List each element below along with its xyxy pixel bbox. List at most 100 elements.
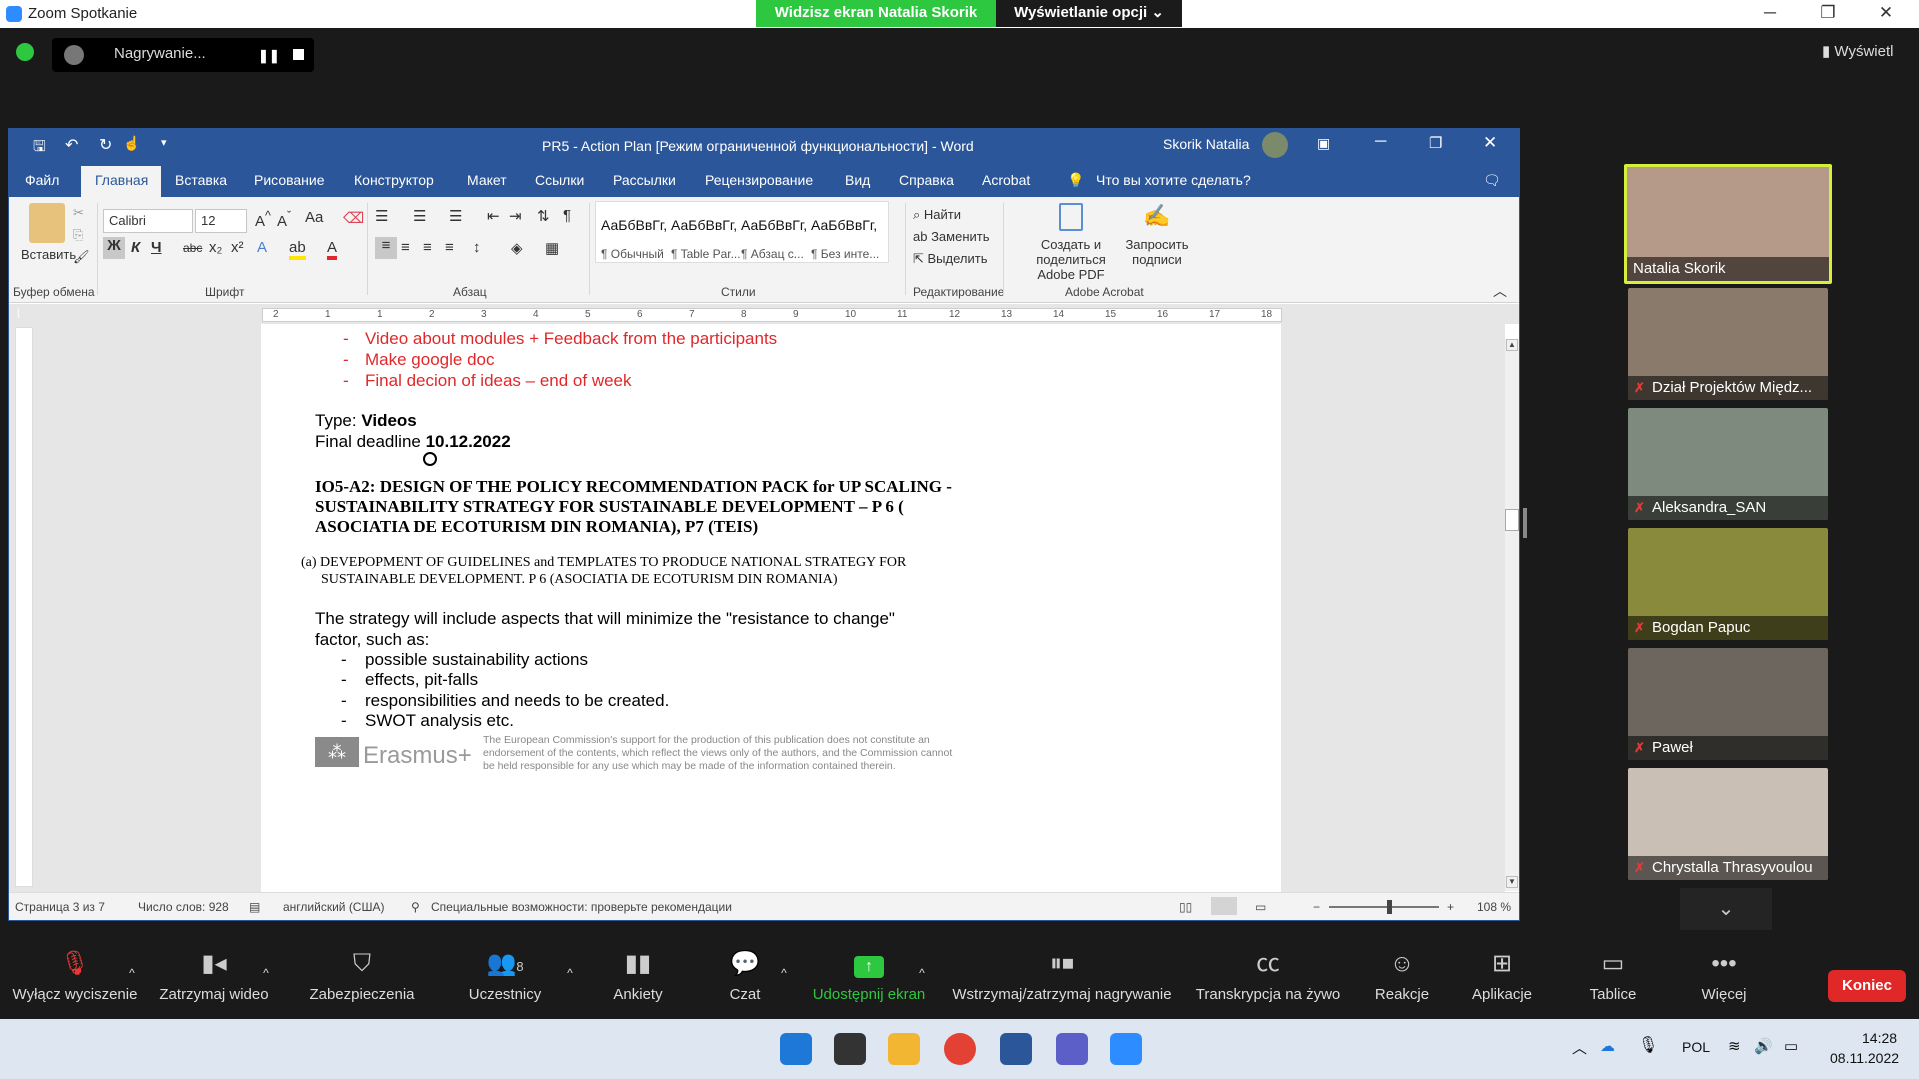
participant-tile[interactable]: ✗ Dział Projektów Międz...: [1628, 288, 1828, 400]
find-button[interactable]: ⌕ Найти: [913, 207, 961, 223]
page-count[interactable]: Страница 3 из 7: [15, 900, 105, 914]
participant-tile[interactable]: Natalia Skorik: [1624, 164, 1832, 284]
font-size-box[interactable]: 12: [195, 209, 247, 233]
style-table-par[interactable]: ¶ Table Par...: [671, 247, 741, 261]
onedrive-icon[interactable]: ☁: [1600, 1037, 1615, 1055]
tab-acrobat[interactable]: Acrobat: [982, 172, 1030, 188]
web-layout-icon[interactable]: ▭: [1255, 900, 1266, 914]
shrink-font-icon[interactable]: Aˇ: [277, 209, 291, 230]
more-button[interactable]: ••• Więcej: [1686, 946, 1762, 1003]
minimize-icon[interactable]: ─: [1750, 3, 1790, 23]
collapse-ribbon-icon[interactable]: ︿: [1493, 281, 1507, 301]
align-left-icon[interactable]: ≡: [375, 237, 397, 259]
minimize-icon[interactable]: ─: [1375, 133, 1386, 151]
tab-view[interactable]: Вид: [845, 172, 870, 188]
input-language[interactable]: POL: [1682, 1039, 1710, 1055]
chevron-up-icon[interactable]: ^: [256, 966, 276, 980]
style-normal[interactable]: ¶ Обычный: [601, 247, 664, 261]
redo-icon[interactable]: ↻: [99, 135, 112, 155]
participant-tile[interactable]: ✗ Paweł: [1628, 648, 1828, 760]
paste-icon[interactable]: [29, 203, 65, 243]
chat-button[interactable]: 💬 Czat: [710, 946, 780, 1003]
replace-button[interactable]: ab Заменить: [913, 229, 990, 244]
file-explorer-icon[interactable]: [888, 1033, 920, 1065]
vertical-scrollbar[interactable]: ▲ ▼: [1505, 339, 1519, 891]
chevron-up-icon[interactable]: ^: [912, 966, 932, 980]
style-list-paragraph[interactable]: ¶ Абзац с...: [741, 247, 804, 261]
reactions-button[interactable]: ☺ Reakcje: [1364, 946, 1440, 1003]
line-spacing-icon[interactable]: ↕: [473, 239, 481, 256]
print-layout-icon[interactable]: [1211, 897, 1237, 915]
superscript-icon[interactable]: x²: [231, 239, 244, 256]
participants-button[interactable]: 👥8 Uczestnicy: [460, 946, 550, 1003]
chevron-up-icon[interactable]: ^: [774, 966, 794, 980]
shading-icon[interactable]: ◈: [511, 239, 523, 257]
decrease-indent-icon[interactable]: ⇤: [487, 207, 500, 225]
undo-icon[interactable]: ↶: [65, 135, 78, 155]
tab-home[interactable]: Главная: [95, 172, 148, 188]
word-count[interactable]: Число слов: 928: [138, 900, 229, 914]
tab-references[interactable]: Ссылки: [535, 172, 584, 188]
touch-mode-icon[interactable]: ☝: [123, 135, 140, 152]
tab-selector-icon[interactable]: ⌊: [17, 308, 21, 319]
strikethrough-icon[interactable]: abc: [183, 241, 202, 255]
sort-icon[interactable]: ⇅: [537, 207, 550, 225]
tab-review[interactable]: Рецензирование: [705, 172, 813, 188]
bold-icon[interactable]: Ж: [103, 237, 125, 259]
align-right-icon[interactable]: ≡: [423, 239, 432, 256]
select-button[interactable]: ⇱ Выделить: [913, 251, 988, 267]
live-transcript-button[interactable]: ㏄ Transkrypcja na żywo: [1192, 946, 1344, 1003]
borders-icon[interactable]: ▦: [545, 239, 559, 257]
view-button[interactable]: ▮ Wyświetl: [1822, 42, 1893, 60]
whiteboards-button[interactable]: ▭ Tablice: [1574, 946, 1652, 1003]
clock-time[interactable]: 14:28: [1862, 1030, 1897, 1046]
restore-icon[interactable]: ❐: [1429, 134, 1442, 152]
increase-indent-icon[interactable]: ⇥: [509, 207, 522, 225]
close-icon[interactable]: ✕: [1483, 133, 1497, 153]
format-painter-icon[interactable]: 🖌: [73, 249, 90, 265]
tab-mailings[interactable]: Рассылки: [613, 172, 676, 188]
stop-icon[interactable]: [293, 49, 304, 60]
language-status[interactable]: английский (США): [283, 900, 384, 914]
chevron-up-icon[interactable]: ^: [122, 966, 142, 980]
bullets-icon[interactable]: ☰: [375, 207, 388, 225]
font-name-box[interactable]: Calibri: [103, 209, 193, 233]
battery-icon[interactable]: ▭: [1784, 1037, 1798, 1055]
scroll-thumb[interactable]: [1505, 509, 1519, 531]
tab-draw[interactable]: Рисование: [254, 172, 325, 188]
zoom-app-icon[interactable]: [1110, 1033, 1142, 1065]
chrome-icon[interactable]: [944, 1033, 976, 1065]
copy-icon[interactable]: ⎘: [73, 227, 83, 243]
font-color-icon[interactable]: A: [327, 239, 338, 260]
align-center-icon[interactable]: ≡: [401, 239, 410, 256]
cut-icon[interactable]: ✂: [73, 205, 84, 221]
italic-icon[interactable]: К: [131, 239, 140, 256]
splitter-handle[interactable]: [1523, 508, 1527, 538]
proofing-icon[interactable]: ▤: [249, 900, 260, 914]
restore-icon[interactable]: ❐: [1808, 3, 1848, 23]
participant-tile[interactable]: ✗ Chrystalla Thrasyvoulou: [1628, 768, 1828, 880]
polls-button[interactable]: ▮▮ Ankiety: [600, 946, 676, 1003]
end-meeting-button[interactable]: Koniec: [1828, 970, 1906, 1002]
tab-insert[interactable]: Вставка: [175, 172, 227, 188]
request-signature-button[interactable]: Запросить подписи: [1125, 237, 1189, 267]
style-sample[interactable]: АаБбВвГг,: [741, 217, 807, 233]
highlight-icon[interactable]: ab: [289, 239, 306, 260]
subscript-icon[interactable]: x₂: [209, 239, 222, 256]
clear-format-icon[interactable]: ⌫: [343, 209, 364, 227]
change-case-icon[interactable]: Aa: [305, 209, 323, 226]
view-options-button[interactable]: Wyświetlanie opcji ⌄: [996, 0, 1182, 27]
zoom-slider-thumb[interactable]: [1387, 900, 1392, 914]
style-sample[interactable]: АаБбВвГг,: [601, 217, 667, 233]
unmute-button[interactable]: 🎙 Wyłącz wyciszenie: [10, 946, 140, 1003]
chevron-up-icon[interactable]: ^: [560, 966, 580, 980]
teams-icon[interactable]: [1056, 1033, 1088, 1065]
show-marks-icon[interactable]: ¶: [563, 207, 571, 224]
ruler-scale[interactable]: 2 1 1 2 3 4 5 6 7 8 9 10 11 12 13 14 15 16 17 18: [262, 308, 1282, 322]
scroll-up-icon[interactable]: ▲: [1506, 339, 1518, 351]
grow-font-icon[interactable]: A^: [255, 209, 271, 230]
style-no-spacing[interactable]: ¶ Без инте...: [811, 247, 879, 261]
zoom-slider[interactable]: [1329, 906, 1439, 908]
qat-customize-icon[interactable]: ▾: [161, 136, 167, 149]
accessibility-status[interactable]: Специальные возможности: проверьте реком…: [431, 900, 732, 914]
